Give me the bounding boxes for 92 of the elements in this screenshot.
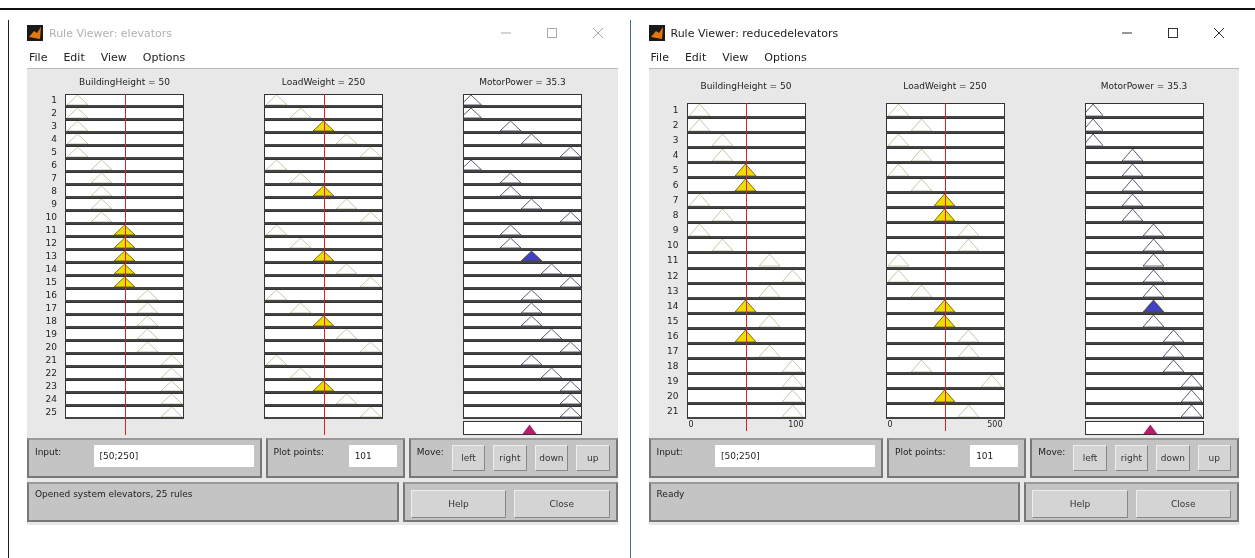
rule-number: 2	[50, 107, 58, 120]
rule-number: 9	[671, 224, 680, 238]
window-title: Rule Viewer: elevators	[49, 26, 173, 40]
rule-number: 24	[44, 393, 58, 406]
move-button[interactable]: down	[1156, 445, 1190, 471]
menu-item[interactable]: View	[100, 50, 127, 64]
menu-item[interactable]: File	[650, 50, 669, 64]
rule-number: 19	[44, 328, 58, 341]
rule-number: 14	[44, 263, 58, 276]
menu-item[interactable]: File	[29, 50, 48, 64]
rule-number: 13	[666, 284, 680, 298]
variable-header: BuildingHeight = 50	[699, 81, 793, 91]
rule-number: 12	[666, 269, 680, 283]
rule-number: 10	[666, 239, 680, 253]
plot-points-label: Plot points:	[273, 446, 325, 457]
input-label: Input:	[35, 446, 62, 457]
move-label: Move:	[1038, 446, 1066, 457]
rule-number: 8	[671, 209, 680, 223]
rule-number: 5	[50, 146, 58, 159]
dialog-button[interactable]: Help	[1032, 490, 1128, 518]
move-button[interactable]: right	[1114, 445, 1149, 471]
move-button[interactable]: left	[1073, 445, 1107, 471]
rule-number: 4	[50, 133, 58, 146]
rule-number: 12	[44, 237, 58, 250]
rule-number: 3	[671, 134, 680, 148]
variable-header: MotorPower = 35.3	[1099, 81, 1189, 91]
axis-tick-label: 500	[987, 419, 1003, 431]
dialog-button[interactable]: Close	[1135, 490, 1231, 518]
dialog-button[interactable]: Help	[410, 490, 507, 518]
rule-number: 11	[666, 254, 680, 268]
window-title: Rule Viewer: reducedelevators	[670, 26, 840, 40]
rule-number: 1	[50, 94, 58, 107]
rule-number: 22	[44, 367, 58, 380]
menu-item[interactable]: View	[722, 50, 749, 64]
rule-number: 23	[44, 380, 58, 393]
rule-number: 3	[50, 120, 58, 133]
rule-number: 16	[666, 329, 680, 343]
input-field[interactable]: [50;250]	[93, 445, 254, 467]
move-button[interactable]: up	[576, 445, 610, 471]
rule-number: 15	[666, 314, 680, 328]
move-button[interactable]: right	[493, 445, 527, 471]
variable-header: MotorPower = 35.3	[478, 76, 567, 87]
rule-number: 13	[44, 250, 58, 263]
rule-number: 11	[44, 224, 58, 237]
rule-number: 21	[666, 404, 680, 418]
rule-number: 17	[44, 302, 58, 315]
variable-header: LoadWeight = 250	[902, 81, 988, 91]
rule-number: 4	[671, 149, 680, 163]
plot-points-field[interactable]: 101	[348, 445, 397, 467]
rule-number: 8	[50, 185, 58, 198]
menu-item[interactable]: Options	[764, 50, 807, 64]
rule-number: 10	[44, 211, 58, 224]
rule-number: 25	[44, 406, 58, 419]
move-label: Move:	[416, 446, 444, 457]
input-label: Input:	[656, 446, 683, 457]
menu-item[interactable]: Edit	[63, 50, 85, 64]
app-logo-icon	[648, 25, 665, 41]
rule-number: 6	[671, 179, 680, 193]
rule-number: 7	[50, 172, 58, 185]
variable-header: BuildingHeight = 50	[78, 76, 171, 87]
rule-number: 20	[44, 341, 58, 354]
menu-item[interactable]: Options	[142, 50, 186, 64]
plot-points-field[interactable]: 101	[970, 445, 1019, 467]
input-field[interactable]: [50;250]	[715, 445, 876, 467]
status-message: Ready	[656, 489, 685, 499]
rule-number: 14	[666, 299, 680, 313]
rule-number: 9	[50, 198, 58, 211]
plot-points-label: Plot points:	[895, 446, 946, 457]
rule-number: 5	[671, 164, 680, 178]
rule-number: 7	[671, 194, 680, 208]
rule-number: 20	[666, 389, 680, 403]
move-button[interactable]: down	[534, 445, 569, 471]
axis-tick-label: 0	[688, 419, 694, 431]
rule-number: 1	[671, 104, 680, 117]
menu-item[interactable]: Edit	[684, 50, 707, 64]
move-button[interactable]: left	[451, 445, 486, 471]
variable-header: LoadWeight = 250	[280, 76, 367, 87]
rule-number: 16	[44, 289, 58, 302]
move-button[interactable]: up	[1197, 445, 1231, 471]
rule-number: 18	[44, 315, 58, 328]
app-logo-icon	[27, 25, 43, 41]
rule-number: 19	[666, 374, 680, 388]
rule-number: 21	[44, 354, 58, 367]
rule-number: 6	[50, 159, 58, 172]
rule-number: 18	[666, 359, 680, 373]
axis-tick-label: 100	[788, 419, 804, 431]
rule-number: 15	[44, 276, 58, 289]
rule-number: 17	[666, 344, 680, 358]
dialog-button[interactable]: Close	[514, 490, 610, 518]
status-message: Opened system elevators, 25 rules	[35, 489, 193, 499]
rule-number: 2	[671, 119, 680, 133]
axis-tick-label: 0	[887, 419, 893, 431]
